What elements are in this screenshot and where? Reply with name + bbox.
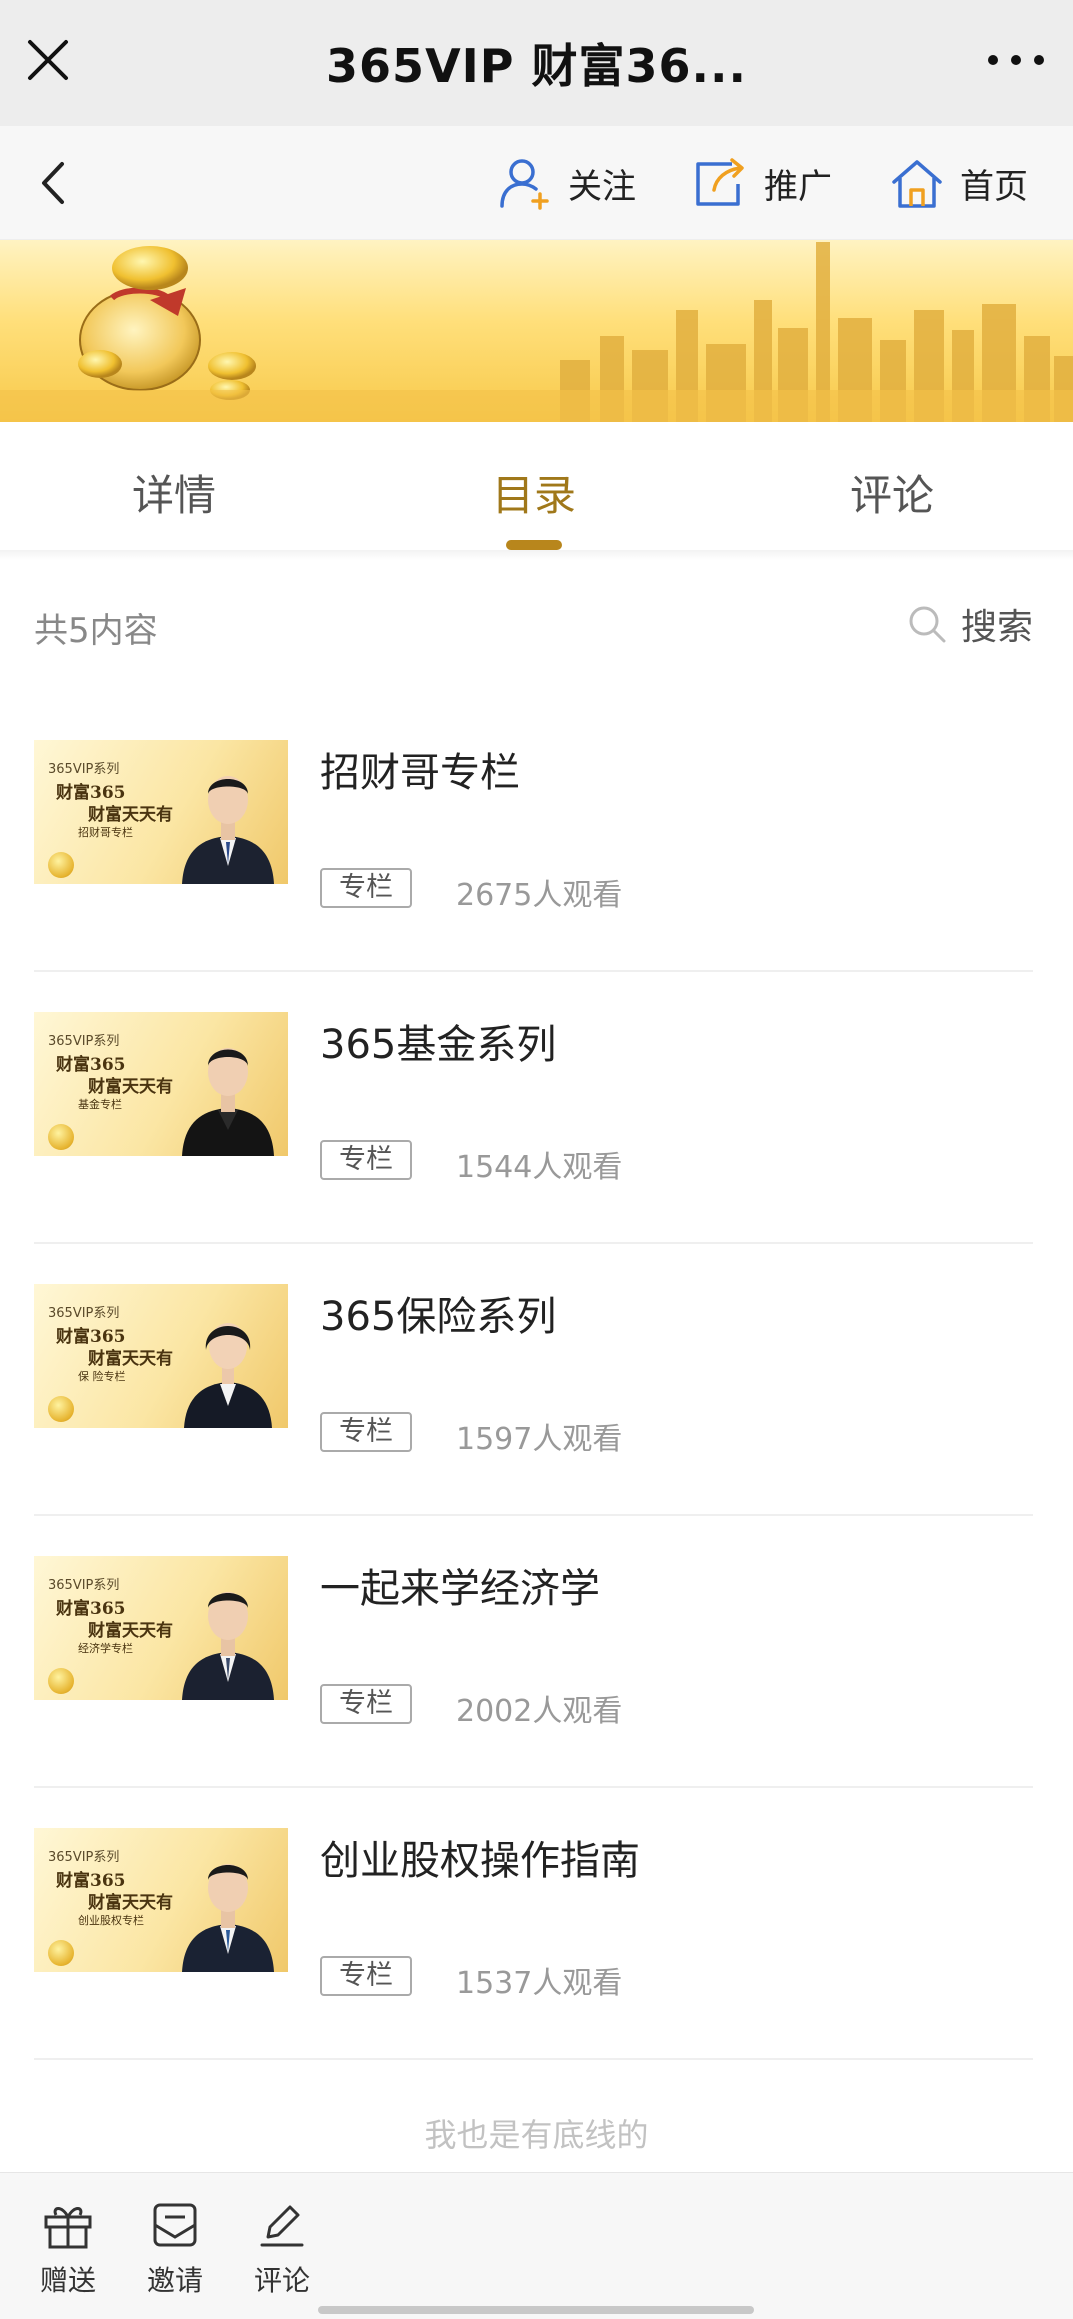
thumb-subtitle: 招财哥专栏 (78, 826, 133, 839)
thumbnail: 365VIP系列 财富365 财富天天有 基金专栏 (34, 1012, 288, 1156)
follow-button[interactable]: 关注 (496, 152, 636, 214)
item-title: 招财哥专栏 (320, 750, 520, 796)
speaker-photo (182, 1864, 274, 1972)
search-button[interactable]: 搜索 (907, 598, 1033, 650)
item-title: 一起来学经济学 (320, 1566, 600, 1612)
item-views: 1537人观看 (456, 1966, 623, 2001)
mail-icon (153, 2203, 197, 2247)
promote-button[interactable]: 推广 (692, 152, 832, 214)
tab-detail[interactable]: 详情 (84, 462, 264, 523)
list-item[interactable]: 365VIP系列 财富365 财富天天有 保 险专栏 365保险系列 专栏 15… (0, 1244, 1073, 1516)
thumb-series: 365VIP系列 (48, 1306, 120, 1321)
home-icon (892, 160, 942, 208)
item-views: 2675人观看 (456, 878, 623, 913)
item-views: 2002人观看 (456, 1694, 623, 1729)
tab-comment[interactable]: 评论 (802, 462, 982, 523)
item-tag: 专栏 (320, 1684, 412, 1724)
item-tag: 专栏 (320, 1956, 412, 1996)
thumb-series: 365VIP系列 (48, 762, 120, 777)
catalog-list: 365VIP系列 财富365 财富天天有 招财哥专栏 招财哥专栏 专栏 2675… (0, 700, 1073, 2060)
thumb-headline-2: 财富天天有 (88, 805, 173, 825)
comment-button[interactable]: 评论 (242, 2201, 322, 2299)
share-icon (696, 158, 744, 206)
thumb-subtitle: 经济学专栏 (78, 1642, 133, 1655)
invite-label: 邀请 (146, 2264, 203, 2297)
divider (34, 2058, 1033, 2060)
coin-icon (48, 1668, 74, 1694)
gift-icon (44, 2207, 92, 2249)
gift-label: 赠送 (39, 2264, 96, 2297)
comment-label: 评论 (253, 2264, 310, 2297)
search-icon (909, 606, 946, 643)
list-item[interactable]: 365VIP系列 财富365 财富天天有 经济学专栏 一起来学经济学 专栏 20… (0, 1516, 1073, 1788)
nav-bar: 关注 推广 首页 (0, 126, 1073, 240)
thumb-headline-2: 财富天天有 (88, 1621, 173, 1641)
gift-button[interactable]: 赠送 (28, 2201, 108, 2299)
item-title: 365基金系列 (320, 1022, 557, 1068)
coin-icon (48, 1124, 74, 1150)
speaker-photo (184, 1323, 272, 1428)
window-titlebar: 365VIP 财富36... (0, 0, 1073, 126)
active-tab-indicator (506, 540, 562, 550)
banner-illustration (0, 242, 1073, 422)
thumb-headline-2: 财富天天有 (88, 1077, 173, 1097)
tab-bar: 详情 目录 评论 (0, 422, 1073, 552)
home-indicator (318, 2306, 754, 2314)
item-tag: 专栏 (320, 868, 412, 908)
thumbnail: 365VIP系列 财富365 财富天天有 创业股权专栏 (34, 1828, 288, 1972)
window-title: 365VIP 财富36... (326, 39, 747, 93)
tab-catalog[interactable]: 目录 (444, 462, 624, 523)
item-tag: 专栏 (320, 1412, 412, 1452)
home-button[interactable]: 首页 (888, 152, 1028, 214)
thumb-series: 365VIP系列 (48, 1850, 120, 1865)
thumb-subtitle: 保 险专栏 (78, 1370, 126, 1383)
search-label: 搜索 (960, 607, 1033, 648)
thumbnail: 365VIP系列 财富365 财富天天有 保 险专栏 (34, 1284, 288, 1428)
coin-icon (48, 1940, 74, 1966)
banner-image (0, 240, 1073, 422)
promote-label: 推广 (764, 166, 832, 207)
coin-icon (48, 852, 74, 878)
end-of-list-text: 我也是有底线的 (424, 2116, 649, 2154)
thumb-subtitle: 基金专栏 (78, 1098, 122, 1111)
item-views: 1544人观看 (456, 1150, 623, 1185)
thumb-headline-2: 财富天天有 (88, 1893, 173, 1913)
content-count: 共5内容 (34, 611, 158, 651)
item-title: 创业股权操作指南 (320, 1838, 640, 1884)
coin-icon (48, 1396, 74, 1422)
list-item[interactable]: 365VIP系列 财富365 财富天天有 招财哥专栏 招财哥专栏 专栏 2675… (0, 700, 1073, 972)
thumbnail: 365VIP系列 财富365 财富天天有 招财哥专栏 (34, 740, 288, 884)
item-title: 365保险系列 (320, 1294, 557, 1340)
invite-button[interactable]: 邀请 (135, 2201, 215, 2299)
item-views: 1597人观看 (456, 1422, 623, 1457)
tab-shadow (0, 550, 1073, 560)
thumb-series: 365VIP系列 (48, 1578, 120, 1593)
back-icon[interactable] (30, 156, 80, 210)
edit-icon (260, 2205, 304, 2247)
add-user-icon (500, 159, 549, 210)
thumb-headline-2: 财富天天有 (88, 1349, 173, 1369)
item-tag: 专栏 (320, 1140, 412, 1180)
follow-label: 关注 (568, 166, 636, 207)
list-item[interactable]: 365VIP系列 财富365 财富天天有 基金专栏 365基金系列 专栏 154… (0, 972, 1073, 1244)
thumb-series: 365VIP系列 (48, 1034, 120, 1049)
more-icon[interactable] (981, 40, 1051, 80)
speaker-photo (182, 776, 274, 884)
thumb-subtitle: 创业股权专栏 (78, 1914, 144, 1927)
speaker-photo (182, 1048, 274, 1156)
home-label: 首页 (960, 166, 1028, 207)
bottom-toolbar: 赠送 邀请 评论 (0, 2172, 1073, 2319)
thumbnail: 365VIP系列 财富365 财富天天有 经济学专栏 (34, 1556, 288, 1700)
list-item[interactable]: 365VIP系列 财富365 财富天天有 创业股权专栏 创业股权操作指南 专栏 … (0, 1788, 1073, 2060)
speaker-photo (182, 1592, 274, 1700)
